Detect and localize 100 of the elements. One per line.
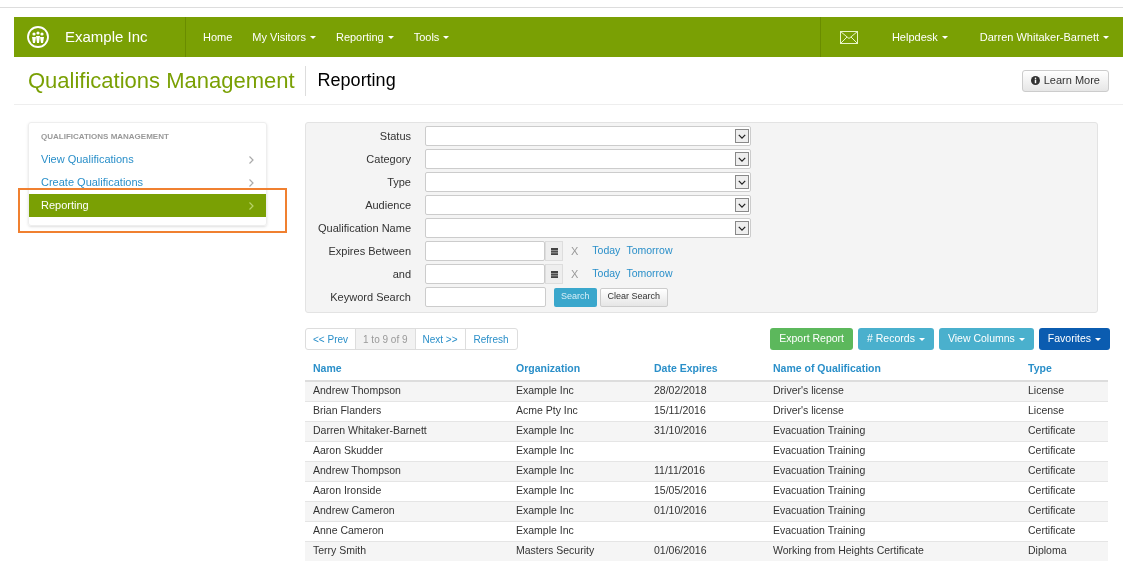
mail-icon[interactable]: [839, 30, 858, 44]
chevron-icon: [249, 178, 254, 187]
table-cell: Example Inc: [516, 484, 574, 497]
previous-page-button[interactable]: << Prev: [306, 329, 356, 349]
dropdown-field[interactable]: [425, 126, 751, 146]
dropdown-field[interactable]: [425, 149, 751, 169]
column-header[interactable]: Organization: [516, 361, 581, 374]
sidebar-item[interactable]: Reporting: [29, 194, 266, 217]
learn-more-button[interactable]: Learn More: [1021, 69, 1109, 92]
toolbar-button[interactable]: View Columns: [938, 328, 1034, 350]
date-shortcut-link[interactable]: Tomorrow: [626, 266, 673, 282]
toolbar-button[interactable]: Favorites: [1038, 328, 1110, 350]
date-shortcut-link[interactable]: Today: [592, 243, 621, 259]
toolbar-button[interactable]: Export Report: [770, 328, 854, 350]
table-cell: 01/06/2016: [654, 544, 707, 557]
field-label: Keyword Search: [329, 289, 412, 305]
table-cell: License: [1028, 404, 1065, 417]
table-cell: Certificate: [1028, 484, 1076, 497]
caret-icon: [918, 337, 925, 341]
table-cell: Brian Flanders: [313, 404, 382, 417]
field-label: Status: [378, 128, 412, 144]
dropdown-field[interactable]: [425, 195, 751, 215]
table-cell: 15/11/2016: [654, 404, 706, 417]
date-shortcut-link[interactable]: Today: [592, 266, 621, 282]
nav-menu-item[interactable]: Helpdesk: [891, 28, 948, 46]
page-range: 1 to 9 of 9: [355, 329, 416, 349]
sidebar-heading: QUALIFICATIONS MANAGEMENT: [40, 131, 170, 143]
brand-name[interactable]: Example Inc: [65, 25, 185, 49]
column-header[interactable]: Name of Qualification: [773, 361, 881, 374]
clear-link[interactable]: X: [571, 242, 579, 260]
caret-icon: [1018, 337, 1025, 341]
caret-icon: [941, 35, 948, 39]
caret-icon: [443, 35, 450, 39]
nav-menu-item[interactable]: My Visitors: [252, 28, 316, 46]
info-icon: [1030, 76, 1040, 85]
refresh-button[interactable]: Refresh: [465, 329, 517, 349]
table-cell: Diploma: [1028, 544, 1067, 557]
table-cell: Certificate: [1028, 424, 1076, 437]
next-page-button[interactable]: Next >>: [415, 329, 466, 349]
clear-link[interactable]: X: [571, 265, 579, 283]
chevron-down-icon: [735, 129, 749, 143]
date-field[interactable]: [425, 241, 545, 261]
table-cell: Working from Heights Certificate: [773, 544, 924, 557]
chevron-icon: [249, 201, 254, 210]
nav-menu-item[interactable]: Tools: [413, 28, 450, 46]
table-cell: Evacuation Training: [773, 444, 866, 457]
nav-menu-item[interactable]: Home: [203, 28, 233, 46]
clear-search-button[interactable]: Clear Search: [599, 287, 669, 307]
date-shortcut-link[interactable]: Tomorrow: [626, 243, 673, 259]
calendar-icon[interactable]: [545, 241, 563, 261]
toolbar-button[interactable]: # Records: [858, 328, 934, 350]
table-cell: Example Inc: [516, 464, 574, 477]
column-header[interactable]: Name: [313, 361, 342, 374]
search-button[interactable]: Search: [554, 287, 597, 307]
table-cell: Example Inc: [516, 504, 574, 517]
caret-icon: [387, 35, 394, 39]
table-cell: Evacuation Training: [773, 524, 866, 537]
table-cell: Evacuation Training: [773, 424, 866, 437]
field-label: Expires Between: [327, 243, 412, 259]
table-cell: Masters Security: [516, 544, 595, 557]
table-cell: 15/05/2016: [654, 484, 707, 497]
field-label: Qualification Name: [317, 220, 412, 236]
table-cell: Certificate: [1028, 444, 1076, 457]
calendar-icon[interactable]: [545, 264, 563, 284]
table-cell: Anne Cameron: [313, 524, 384, 537]
table-cell: Example Inc: [516, 444, 574, 457]
dropdown-field[interactable]: [425, 218, 751, 238]
sidebar-item[interactable]: View Qualifications: [29, 148, 266, 171]
table-cell: Example Inc: [516, 384, 574, 397]
table-cell: Example Inc: [516, 424, 574, 437]
table-cell: Certificate: [1028, 464, 1076, 477]
nav-menu-item[interactable]: Darren Whitaker-Barnett: [979, 28, 1109, 46]
nav-menu-item[interactable]: Reporting: [335, 28, 394, 46]
date-field[interactable]: [425, 264, 545, 284]
sidebar-item[interactable]: Create Qualifications: [29, 171, 266, 194]
table-cell: Aaron Skudder: [313, 444, 384, 457]
table-cell: Example Inc: [516, 524, 574, 537]
page-title: Qualifications Management: [28, 65, 306, 96]
keyword-field[interactable]: [425, 287, 546, 307]
column-header[interactable]: Type: [1028, 361, 1052, 374]
caret-icon: [1103, 35, 1109, 39]
field-label: Category: [365, 151, 412, 167]
field-label: and: [391, 266, 412, 282]
table-cell: 01/10/2016: [654, 504, 707, 517]
table-cell: Evacuation Training: [773, 464, 866, 477]
table-cell: 11/11/2016: [654, 464, 705, 477]
column-header[interactable]: Date Expires: [654, 361, 718, 374]
table-cell: Acme Pty Inc: [516, 404, 578, 417]
table-cell: License: [1028, 384, 1065, 397]
table-cell: Certificate: [1028, 524, 1076, 537]
table-cell: Driver's license: [773, 384, 844, 397]
field-label: Type: [386, 174, 412, 190]
table-cell: Driver's license: [773, 404, 844, 417]
table-cell: Evacuation Training: [773, 484, 866, 497]
caret-icon: [1095, 337, 1101, 341]
chevron-down-icon: [735, 152, 749, 166]
chevron-icon: [249, 155, 254, 164]
dropdown-field[interactable]: [425, 172, 751, 192]
table-cell: Aaron Ironside: [313, 484, 382, 497]
table-cell: Andrew Cameron: [313, 504, 395, 517]
